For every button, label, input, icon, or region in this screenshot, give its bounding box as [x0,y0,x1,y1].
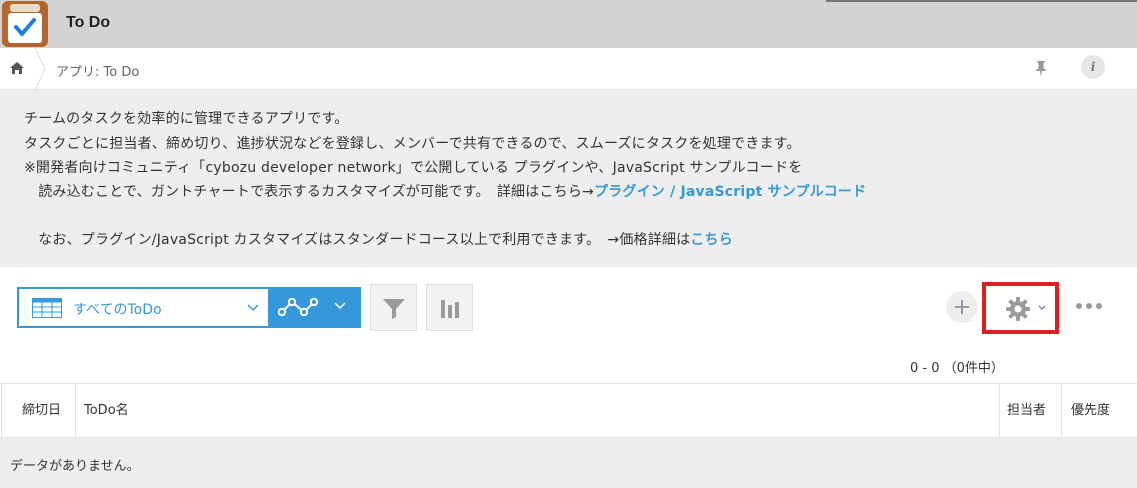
pin-icon[interactable] [1034,60,1048,78]
empty-message: データがありません。 [10,459,140,474]
filter-icon [383,299,405,319]
app-title: To Do [66,14,111,31]
description-line: 読み込むことで、ガントチャートで表示するカスタマイズが可能です。 詳細はこちら→… [24,181,866,201]
description-line: なお、プラグイン/JavaScript カスタマイズはスタンダードコース以上で利… [24,229,733,249]
column-header-todo-name[interactable]: ToDo名 [76,384,1000,437]
app-header: To Do [0,0,1137,48]
app-settings-button[interactable] [982,282,1059,334]
chevron-down-icon [1038,305,1046,311]
js-sample-link[interactable]: JavaScript サンプルコード [680,184,866,200]
chevron-down-icon [247,304,259,312]
chevron-down-icon [334,302,346,310]
description-line: チームのタスクを効率的に管理できるアプリです。 [24,111,349,127]
app-icon[interactable] [2,1,48,47]
graph-view-button[interactable] [268,287,361,328]
breadcrumb-separator-icon [34,48,46,90]
description-text: 読み込むことで、ガントチャートで表示するカスタマイズが可能です。 詳細はこちら→ [24,184,594,200]
link-separator: / [665,184,681,200]
price-link[interactable]: こちら [690,232,733,248]
pagination-info: 0 - 0 （0件中） [910,361,1004,376]
clipboard-clip [10,4,40,12]
filter-button[interactable] [370,284,417,331]
column-header-deadline[interactable]: 締切日 [2,384,76,437]
add-record-button[interactable] [946,291,978,323]
description-line: タスクごとに担当者、締め切り、進捗状況などを登録し、メンバーで共有できるので、ス… [24,136,801,152]
view-selector-box: すべてのToDo [19,289,268,326]
app-description: チームのタスクを効率的に管理できるアプリです。 タスクごとに担当者、締め切り、進… [0,90,1137,267]
breadcrumb: アプリ: To Do i [0,48,1137,90]
table-header: 締切日 ToDo名 担当者 優先度 [0,383,1137,438]
description-line: ※開発者向けコミュニティ「cybozu developer network」で公… [24,160,803,176]
column-header-priority[interactable]: 優先度 [1062,384,1137,437]
table-body: データがありません。 [0,438,1137,488]
header-strip [826,0,1137,2]
chart-icon [441,300,459,318]
gear-icon [1006,297,1030,321]
plugin-link[interactable]: プラグイン [594,184,665,200]
view-selector[interactable]: すべてのToDo [17,287,268,328]
view-selector-label: すべてのToDo [73,302,162,318]
column-header-assignee[interactable]: 担当者 [1000,384,1062,437]
plus-icon [955,300,969,314]
description-text: なお、プラグイン/JavaScript カスタマイズはスタンダードコース以上で利… [24,232,691,248]
breadcrumb-app-link[interactable]: アプリ: To Do [56,61,139,80]
graph-icon [278,297,319,317]
list-view-icon [32,298,62,318]
info-icon[interactable]: i [1081,55,1105,79]
home-icon[interactable] [9,60,25,76]
chart-button[interactable] [426,284,473,331]
more-options-icon[interactable] [1074,298,1104,314]
checkmark-icon [14,18,36,36]
